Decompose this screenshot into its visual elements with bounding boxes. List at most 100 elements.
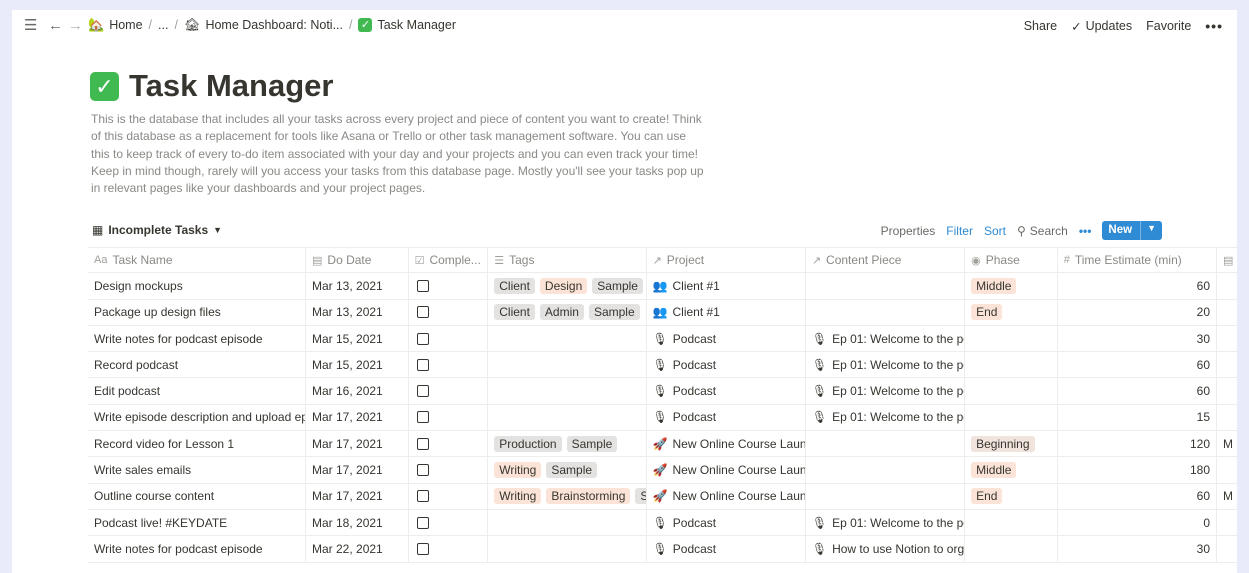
forward-arrow-icon[interactable]: → bbox=[68, 17, 83, 35]
phase-cell[interactable]: Beginning bbox=[965, 431, 1058, 457]
table-row[interactable]: Record podcast Mar 15, 2021 🎙 Podcast 🎙 E… bbox=[88, 352, 1237, 379]
tag-pill[interactable]: Sample bbox=[566, 435, 618, 452]
do-date-cell[interactable]: Mar 16, 2021 bbox=[306, 378, 409, 404]
tags-cell[interactable]: Writing Sample bbox=[488, 457, 647, 483]
project-cell[interactable]: 🎙 Podcast bbox=[647, 404, 806, 431]
tag-pill[interactable]: Client bbox=[494, 304, 535, 321]
content-piece-cell[interactable]: 🎙 Ep 01: Welcome to the po bbox=[806, 352, 966, 378]
extra-cell[interactable] bbox=[1217, 326, 1237, 351]
content-piece-cell[interactable]: 🎙 Ep 01: Welcome to the po bbox=[806, 378, 966, 404]
column-header-do-date[interactable]: ▤ Do Date bbox=[306, 248, 409, 273]
updates-button[interactable]: ✓ Updates bbox=[1071, 19, 1132, 34]
extra-cell[interactable] bbox=[1217, 457, 1237, 482]
tags-cell[interactable]: Client Admin Sample bbox=[488, 299, 647, 325]
complete-checkbox[interactable] bbox=[416, 279, 429, 292]
extra-cell[interactable] bbox=[1217, 352, 1237, 377]
column-header-tags[interactable]: ☰ Tags bbox=[488, 248, 647, 273]
content-piece-cell[interactable]: 🎙 Ep 01: Welcome to the po bbox=[806, 325, 966, 352]
tags-cell[interactable] bbox=[488, 404, 647, 431]
project-cell[interactable]: 🚀 New Online Course Launc bbox=[647, 431, 806, 457]
tags-cell[interactable]: WritingBrainstormingSa bbox=[488, 483, 647, 509]
tags-cell[interactable]: Production Sample bbox=[488, 431, 647, 457]
task-name-cell[interactable]: Record video for Lesson 1 bbox=[88, 431, 306, 457]
task-name-cell[interactable]: Write notes for podcast episode bbox=[88, 325, 306, 352]
view-selector[interactable]: ▦ Incomplete Tasks ▼ bbox=[92, 223, 222, 237]
table-row[interactable]: Package up design files Mar 13, 2021 Cli… bbox=[88, 299, 1237, 326]
breadcrumb-home[interactable]: 🏡 Home bbox=[88, 18, 143, 33]
chevron-down-icon[interactable]: ▼ bbox=[1140, 221, 1162, 240]
time-estimate-cell[interactable]: 15 bbox=[1058, 404, 1218, 431]
table-row[interactable]: Record video for Lesson 1 Mar 17, 2021 P… bbox=[88, 431, 1237, 458]
project-cell[interactable]: 🚀 New Online Course Launc bbox=[647, 483, 806, 509]
task-name-cell[interactable]: Record podcast bbox=[88, 352, 306, 378]
do-date-cell[interactable]: Mar 17, 2021 bbox=[306, 457, 409, 483]
content-piece-cell[interactable] bbox=[806, 431, 966, 457]
complete-checkbox[interactable] bbox=[416, 490, 429, 503]
project-cell[interactable]: 👥 Client #1 bbox=[647, 299, 806, 325]
tag-pill[interactable]: Sample bbox=[588, 304, 640, 321]
task-name-cell[interactable]: Podcast live! #KEYDATE bbox=[88, 509, 306, 536]
tag-pill[interactable]: Writing bbox=[494, 488, 542, 505]
tag-pill[interactable]: Production bbox=[494, 435, 562, 452]
do-date-cell[interactable]: Mar 13, 2021 bbox=[306, 299, 409, 325]
content-piece-cell[interactable] bbox=[806, 457, 966, 483]
column-header-project[interactable]: ↗ Project bbox=[647, 248, 806, 273]
do-date-cell[interactable]: Mar 17, 2021 bbox=[306, 404, 409, 431]
task-name-cell[interactable]: Outline course content bbox=[88, 483, 306, 509]
complete-checkbox[interactable] bbox=[416, 437, 429, 450]
column-header-estimate[interactable]: # Time Estimate (min) bbox=[1058, 248, 1218, 273]
phase-cell[interactable] bbox=[965, 404, 1058, 431]
time-estimate-cell[interactable]: 60 bbox=[1058, 483, 1218, 509]
extra-cell[interactable] bbox=[1217, 378, 1237, 403]
phase-cell[interactable]: Middle bbox=[965, 273, 1058, 299]
table-row[interactable]: Write episode description and upload ep … bbox=[88, 404, 1237, 432]
do-date-cell[interactable]: Mar 18, 2021 bbox=[306, 509, 409, 536]
properties-button[interactable]: Properties bbox=[881, 224, 936, 238]
time-estimate-cell[interactable]: 30 bbox=[1058, 325, 1218, 352]
content-piece-cell[interactable] bbox=[806, 483, 966, 509]
tag-pill[interactable]: Sample bbox=[592, 277, 643, 294]
search-button[interactable]: ⚲ Search bbox=[1017, 224, 1068, 238]
column-header-phase[interactable]: ◉ Phase bbox=[965, 248, 1058, 273]
view-more-button[interactable]: ••• bbox=[1079, 224, 1092, 238]
complete-checkbox[interactable] bbox=[416, 411, 429, 424]
column-header-content[interactable]: ↗ Content Piece bbox=[806, 248, 966, 273]
tag-pill[interactable]: Client bbox=[494, 277, 535, 294]
extra-cell[interactable] bbox=[1217, 510, 1237, 535]
do-date-cell[interactable]: Mar 22, 2021 bbox=[306, 536, 409, 562]
time-estimate-cell[interactable]: 60 bbox=[1058, 273, 1218, 299]
time-estimate-cell[interactable]: 0 bbox=[1058, 509, 1218, 536]
project-cell[interactable]: 🎙 Podcast bbox=[647, 536, 806, 562]
content-piece-cell[interactable] bbox=[806, 299, 966, 325]
tags-cell[interactable] bbox=[488, 378, 647, 404]
complete-checkbox[interactable] bbox=[416, 464, 429, 477]
do-date-cell[interactable]: Mar 17, 2021 bbox=[306, 431, 409, 457]
complete-checkbox[interactable] bbox=[416, 516, 429, 529]
table-row[interactable]: Write notes for podcast episode Mar 22, … bbox=[88, 536, 1237, 563]
do-date-cell[interactable]: Mar 15, 2021 bbox=[306, 352, 409, 378]
task-name-cell[interactable]: Design mockups bbox=[88, 273, 306, 299]
more-options-button[interactable]: ••• bbox=[1205, 18, 1223, 34]
breadcrumb-current[interactable]: ✓ Task Manager bbox=[358, 18, 456, 32]
project-cell[interactable]: 👥 Client #1 bbox=[647, 273, 806, 299]
tag-pill[interactable]: Brainstorming bbox=[546, 488, 631, 505]
tags-cell[interactable] bbox=[488, 352, 647, 378]
table-row[interactable]: Outline course content Mar 17, 2021 Writ… bbox=[88, 483, 1237, 510]
task-name-cell[interactable]: Write episode description and upload ep bbox=[88, 404, 306, 431]
phase-cell[interactable] bbox=[965, 509, 1058, 536]
phase-cell[interactable]: Middle bbox=[965, 457, 1058, 483]
table-row[interactable]: Edit podcast Mar 16, 2021 🎙 Podcast 🎙 Ep … bbox=[88, 378, 1237, 405]
tag-pill[interactable]: Writing bbox=[494, 462, 542, 479]
table-row[interactable]: Write notes for podcast episode Mar 15, … bbox=[88, 325, 1237, 353]
complete-checkbox[interactable] bbox=[416, 385, 429, 398]
column-header-task[interactable]: Aa Task Name bbox=[88, 248, 306, 273]
tag-pill[interactable]: Design bbox=[539, 277, 588, 294]
do-date-cell[interactable]: Mar 15, 2021 bbox=[306, 325, 409, 352]
task-name-cell[interactable]: Edit podcast bbox=[88, 378, 306, 404]
time-estimate-cell[interactable]: 60 bbox=[1058, 352, 1218, 378]
complete-checkbox[interactable] bbox=[416, 542, 429, 555]
extra-cell[interactable]: M bbox=[1217, 484, 1237, 509]
do-date-cell[interactable]: Mar 17, 2021 bbox=[306, 483, 409, 509]
tag-pill[interactable]: Sa bbox=[635, 488, 646, 505]
extra-cell[interactable] bbox=[1217, 405, 1237, 430]
